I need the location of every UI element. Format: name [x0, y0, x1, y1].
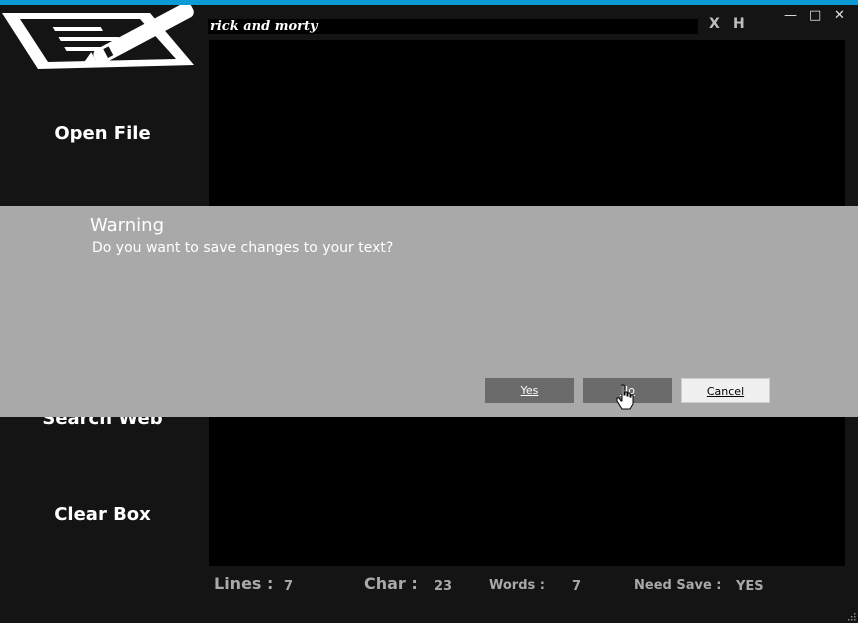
- char-value: 23: [434, 579, 453, 594]
- maximize-button[interactable]: □: [809, 8, 821, 23]
- need-save-value: YES: [736, 579, 764, 594]
- h-button[interactable]: H: [733, 16, 745, 32]
- char-label: Char :: [364, 574, 418, 593]
- save-warning-dialog: Warning Do you want to save changes to y…: [0, 206, 858, 417]
- resize-grip-icon[interactable]: [846, 611, 856, 621]
- close-button[interactable]: ✕: [834, 8, 845, 23]
- clear-box-button[interactable]: Clear Box: [0, 504, 205, 525]
- need-save-label: Need Save :: [634, 578, 722, 593]
- title-input[interactable]: rick and morty: [208, 19, 698, 34]
- open-file-label: Open File: [54, 123, 151, 144]
- words-label: Words :: [489, 578, 545, 593]
- open-file-button[interactable]: Open File: [0, 123, 205, 144]
- x-button[interactable]: X: [709, 16, 720, 32]
- words-value: 7: [572, 579, 582, 594]
- dialog-title: Warning: [90, 215, 165, 236]
- dialog-message: Do you want to save changes to your text…: [92, 240, 394, 256]
- cancel-button[interactable]: Cancel: [681, 378, 770, 403]
- clear-box-label: Clear Box: [54, 504, 151, 525]
- lines-label: Lines :: [214, 574, 274, 593]
- yes-button[interactable]: Yes: [485, 378, 574, 403]
- minimize-button[interactable]: —: [784, 8, 797, 23]
- lines-value: 7: [284, 579, 294, 594]
- notepad-pencil-logo-icon: [2, 5, 194, 69]
- hand-pointer-cursor-icon: [616, 384, 634, 410]
